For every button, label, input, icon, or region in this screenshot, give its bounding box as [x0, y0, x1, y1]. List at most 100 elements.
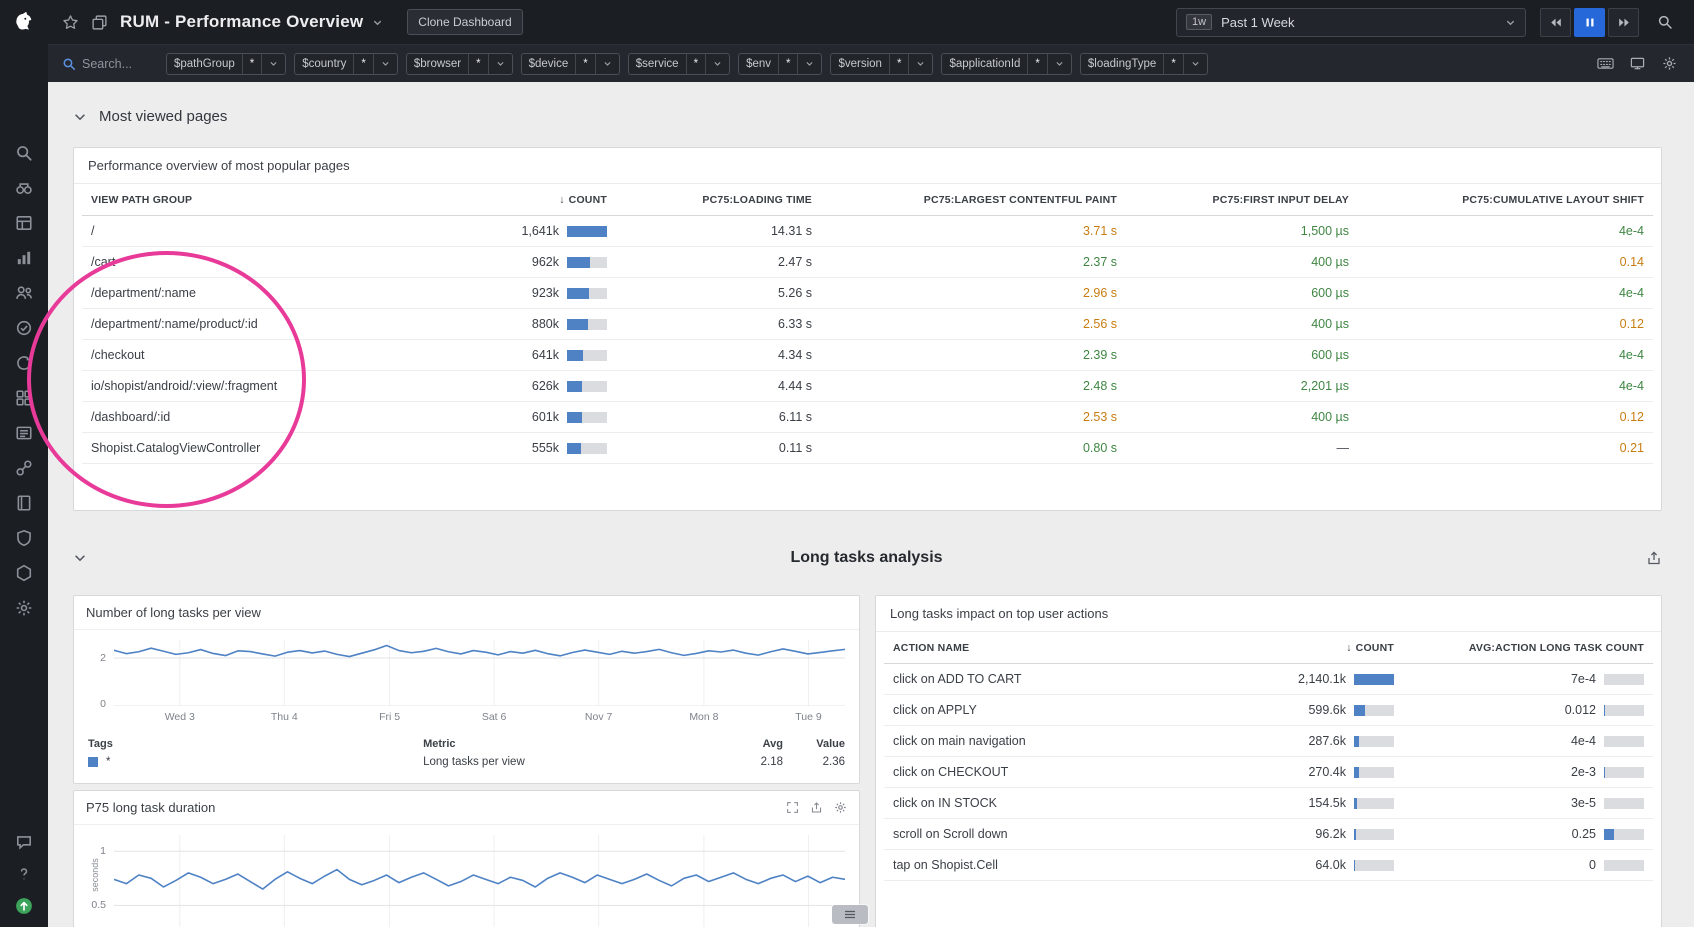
avg-bar [1604, 736, 1644, 747]
table-row[interactable]: /checkout 641k 4.34 s 2.39 s 600 µs 4e-4 [82, 340, 1653, 371]
legend-item[interactable]: * [88, 753, 423, 771]
export-section-icon[interactable] [1646, 550, 1662, 566]
col-lcp[interactable]: PC75:LARGEST CONTENTFUL PAINT [821, 194, 1126, 206]
template-variable-pill[interactable]: $env * [738, 53, 822, 75]
template-variable-pill[interactable]: $applicationId * [941, 53, 1071, 75]
zoom-search-icon[interactable] [1652, 9, 1678, 35]
count-value: 1,641k [521, 224, 559, 238]
section-long-tasks-header: Long tasks analysis [73, 549, 1662, 567]
table-row[interactable]: click on IN STOCK 154.5k 3e-5 [884, 788, 1653, 819]
table-row[interactable]: io/shopist/android/:view/:fragment 626k … [82, 371, 1653, 402]
table-row[interactable]: click on ADD TO CART 2,140.1k 7e-4 [884, 664, 1653, 695]
widget-title: Long tasks impact on top user actions [876, 596, 1661, 632]
p75-line-chart[interactable] [114, 835, 845, 927]
table-row[interactable]: /cart 962k 2.47 s 2.37 s 400 µs 0.14 [82, 247, 1653, 278]
chevron-down-icon [1183, 54, 1207, 74]
count-bar [1354, 674, 1394, 685]
table-row[interactable]: / 1,641k 14.31 s 3.71 s 1,500 µs 4e-4 [82, 216, 1653, 247]
chevron-down-icon [908, 54, 932, 74]
search-icon[interactable] [15, 144, 33, 162]
x-axis-label: Tue 9 [795, 711, 821, 723]
logs-icon[interactable] [15, 424, 33, 442]
integrations-icon[interactable] [15, 564, 33, 582]
tv-mode-icon[interactable] [1629, 56, 1646, 71]
lcp-value: 3.71 s [821, 224, 1126, 238]
fid-value: 600 µs [1126, 348, 1358, 362]
col-cls[interactable]: PC75:CUMULATIVE LAYOUT SHIFT [1358, 194, 1653, 206]
p75-chart-area[interactable]: seconds 1 0.5 [114, 835, 845, 927]
col-loading-time[interactable]: PC75:LOADING TIME [616, 194, 821, 206]
legend-header-tags: Tags [88, 733, 423, 753]
cls-value: 4e-4 [1358, 348, 1653, 362]
dashboard-boards-icon[interactable] [91, 14, 108, 31]
datadog-logo[interactable] [0, 0, 48, 44]
template-variable-pill[interactable]: $version * [830, 53, 933, 75]
table-row[interactable]: scroll on Scroll down 96.2k 0.25 [884, 819, 1653, 850]
metrics-icon[interactable] [15, 249, 33, 267]
table-row[interactable]: /department/:name 923k 5.26 s 2.96 s 600… [82, 278, 1653, 309]
watchdog-icon[interactable] [15, 179, 33, 197]
gear-icon[interactable] [834, 801, 847, 814]
count-cell: 555k [436, 441, 616, 455]
table-row[interactable]: /dashboard/:id 601k 6.11 s 2.53 s 400 µs… [82, 402, 1653, 433]
avg-bar [1604, 829, 1644, 840]
ci-pipelines-icon[interactable] [15, 354, 33, 372]
count-bar [1354, 829, 1394, 840]
col-count[interactable]: ↓ COUNT [1188, 642, 1403, 654]
favorite-star-icon[interactable] [62, 14, 79, 31]
table-row[interactable]: Shopist.CatalogViewController 555k 0.11 … [82, 433, 1653, 464]
status-icon[interactable] [15, 897, 33, 915]
forward-button[interactable] [1608, 8, 1639, 37]
variable-value: * [778, 54, 797, 74]
table-row[interactable]: /department/:name/product/:id 880k 6.33 … [82, 309, 1653, 340]
table-row[interactable]: click on CHECKOUT 270.4k 2e-3 [884, 757, 1653, 788]
resize-handle[interactable] [832, 905, 868, 924]
template-variable-pill[interactable]: $browser * [406, 53, 513, 75]
template-variable-pill[interactable]: $service * [628, 53, 730, 75]
time-range-select[interactable]: 1w Past 1 Week [1176, 8, 1526, 37]
col-fid[interactable]: PC75:FIRST INPUT DELAY [1126, 194, 1358, 206]
synthetics-icon[interactable] [15, 319, 33, 337]
security-icon[interactable] [15, 529, 33, 547]
template-variable-pill[interactable]: $device * [521, 53, 620, 75]
y-axis-label: 1 [100, 846, 106, 857]
infrastructure-icon[interactable] [15, 389, 33, 407]
template-variable-pill[interactable]: $loadingType * [1080, 53, 1208, 75]
table-row[interactable]: click on main navigation 287.6k 4e-4 [884, 726, 1653, 757]
pause-button[interactable] [1574, 8, 1605, 37]
ux-monitoring-icon[interactable] [15, 284, 33, 302]
keyboard-shortcuts-icon[interactable] [1597, 56, 1614, 71]
count-cell: 962k [436, 255, 616, 269]
apm-icon[interactable] [15, 459, 33, 477]
settings-gear-icon[interactable] [1661, 56, 1678, 71]
clone-dashboard-button[interactable]: Clone Dashboard [407, 9, 522, 35]
chat-icon[interactable] [15, 833, 33, 851]
export-icon[interactable] [810, 801, 823, 814]
col-action-name[interactable]: ACTION NAME [884, 642, 1188, 654]
rewind-button[interactable] [1540, 8, 1571, 37]
template-variable-pill[interactable]: $pathGroup * [166, 53, 286, 75]
template-variable-pill[interactable]: $country * [294, 53, 398, 75]
expand-icon[interactable] [786, 801, 799, 814]
count-cell: 880k [436, 317, 616, 331]
search-input[interactable] [82, 57, 150, 71]
col-avg-long-task-count[interactable]: AVG:ACTION LONG TASK COUNT [1403, 642, 1653, 654]
table-row[interactable]: tap on Shopist.Cell 64.0k 0 [884, 850, 1653, 881]
lcp-value: 2.53 s [821, 410, 1126, 424]
col-count[interactable]: ↓ COUNT [436, 194, 616, 206]
col-view-path-group[interactable]: VIEW PATH GROUP [82, 194, 436, 206]
notebooks-icon[interactable] [15, 494, 33, 512]
count-cell: 270.4k [1188, 765, 1403, 779]
collapse-chevron-icon[interactable] [73, 110, 87, 124]
variable-name: $loadingType [1081, 54, 1163, 74]
dashboard-title[interactable]: RUM - Performance Overview [120, 12, 383, 32]
tasks-chart-area[interactable]: 2 0 [114, 640, 845, 706]
help-icon[interactable] [15, 865, 33, 883]
tasks-line-chart[interactable] [114, 640, 845, 706]
collapse-chevron-icon[interactable] [73, 551, 87, 565]
dashboards-icon[interactable] [15, 214, 33, 232]
settings-icon[interactable] [15, 599, 33, 617]
count-cell: 641k [436, 348, 616, 362]
search-box[interactable] [62, 57, 150, 71]
table-row[interactable]: click on APPLY 599.6k 0.012 [884, 695, 1653, 726]
